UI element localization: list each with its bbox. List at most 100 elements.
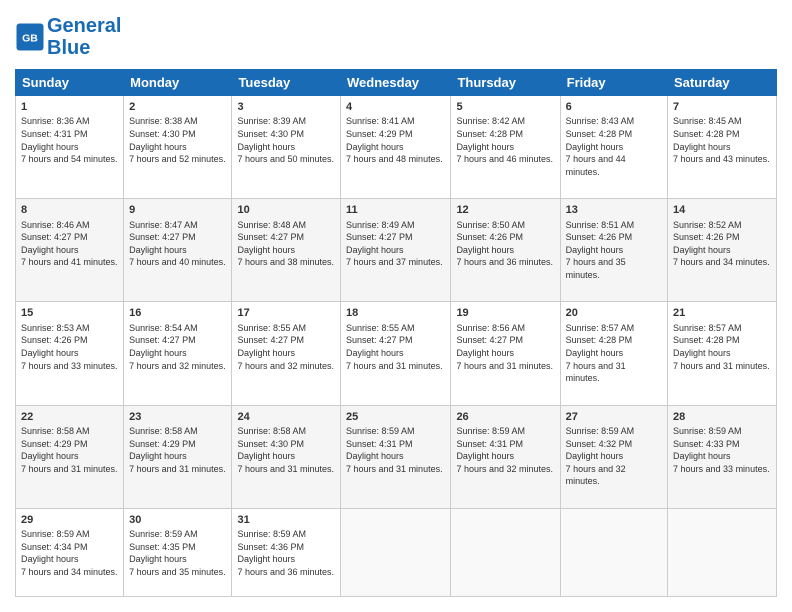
day-cell: 3Sunrise: 8:39 AMSunset: 4:30 PMDaylight… [232,96,341,199]
sunset: Sunset: 4:29 PM [21,438,118,451]
sunset: Sunset: 4:27 PM [346,231,445,244]
day-cell [451,508,560,596]
day-number: 14 [673,203,771,218]
sunset: Sunset: 4:28 PM [566,334,662,347]
daylight-label: Daylight hours [21,553,118,566]
daylight-label: Daylight hours [346,450,445,463]
day-number: 8 [21,203,118,218]
daylight-label: Daylight hours [129,450,226,463]
sunrise: Sunrise: 8:58 AM [237,425,335,438]
sunrise: Sunrise: 8:39 AM [237,115,335,128]
sunrise: Sunrise: 8:38 AM [129,115,226,128]
day-number: 11 [346,203,445,218]
sunset: Sunset: 4:29 PM [129,438,226,451]
day-cell: 26Sunrise: 8:59 AMSunset: 4:31 PMDayligh… [451,405,560,508]
day-cell: 20Sunrise: 8:57 AMSunset: 4:28 PMDayligh… [560,302,667,405]
day-number: 21 [673,306,771,321]
sunset: Sunset: 4:30 PM [237,128,335,141]
day-number: 6 [566,100,662,115]
days-header-row: SundayMondayTuesdayWednesdayThursdayFrid… [16,70,777,96]
daylight-value: 7 hours and 31 minutes. [129,463,226,476]
daylight-value: 7 hours and 31 minutes. [21,463,118,476]
sunset: Sunset: 4:33 PM [673,438,771,451]
day-number: 30 [129,513,226,528]
daylight-label: Daylight hours [346,141,445,154]
day-number: 19 [456,306,554,321]
daylight-label: Daylight hours [673,450,771,463]
sunrise: Sunrise: 8:46 AM [21,219,118,232]
day-cell: 4Sunrise: 8:41 AMSunset: 4:29 PMDaylight… [341,96,451,199]
day-number: 15 [21,306,118,321]
day-number: 5 [456,100,554,115]
daylight-label: Daylight hours [346,244,445,257]
day-number: 3 [237,100,335,115]
daylight-value: 7 hours and 32 minutes. [566,463,662,488]
daylight-value: 7 hours and 33 minutes. [673,463,771,476]
daylight-label: Daylight hours [237,347,335,360]
day-cell: 17Sunrise: 8:55 AMSunset: 4:27 PMDayligh… [232,302,341,405]
day-header-friday: Friday [560,70,667,96]
day-cell: 11Sunrise: 8:49 AMSunset: 4:27 PMDayligh… [341,199,451,302]
sunrise: Sunrise: 8:51 AM [566,219,662,232]
day-number: 26 [456,410,554,425]
sunrise: Sunrise: 8:53 AM [21,322,118,335]
sunrise: Sunrise: 8:42 AM [456,115,554,128]
daylight-label: Daylight hours [456,244,554,257]
sunset: Sunset: 4:30 PM [129,128,226,141]
day-number: 13 [566,203,662,218]
daylight-value: 7 hours and 34 minutes. [673,256,771,269]
sunset: Sunset: 4:27 PM [21,231,118,244]
sunset: Sunset: 4:31 PM [456,438,554,451]
daylight-label: Daylight hours [21,347,118,360]
sunset: Sunset: 4:27 PM [129,334,226,347]
week-row-3: 15Sunrise: 8:53 AMSunset: 4:26 PMDayligh… [16,302,777,405]
daylight-label: Daylight hours [673,141,771,154]
daylight-value: 7 hours and 31 minutes. [346,360,445,373]
daylight-value: 7 hours and 31 minutes. [237,463,335,476]
daylight-label: Daylight hours [456,347,554,360]
daylight-label: Daylight hours [237,553,335,566]
day-number: 10 [237,203,335,218]
sunset: Sunset: 4:28 PM [673,334,771,347]
daylight-label: Daylight hours [237,244,335,257]
sunrise: Sunrise: 8:36 AM [21,115,118,128]
sunset: Sunset: 4:31 PM [21,128,118,141]
daylight-value: 7 hours and 50 minutes. [237,153,335,166]
sunrise: Sunrise: 8:54 AM [129,322,226,335]
day-cell: 14Sunrise: 8:52 AMSunset: 4:26 PMDayligh… [668,199,777,302]
day-cell: 24Sunrise: 8:58 AMSunset: 4:30 PMDayligh… [232,405,341,508]
day-cell: 16Sunrise: 8:54 AMSunset: 4:27 PMDayligh… [124,302,232,405]
daylight-label: Daylight hours [129,553,226,566]
sunset: Sunset: 4:35 PM [129,541,226,554]
sunset: Sunset: 4:31 PM [346,438,445,451]
sunset: Sunset: 4:26 PM [456,231,554,244]
sunset: Sunset: 4:27 PM [346,334,445,347]
daylight-value: 7 hours and 34 minutes. [21,566,118,579]
header: GB General Blue [15,15,777,59]
svg-text:GB: GB [22,33,38,45]
day-cell: 31Sunrise: 8:59 AMSunset: 4:36 PMDayligh… [232,508,341,596]
day-number: 20 [566,306,662,321]
daylight-label: Daylight hours [566,450,662,463]
day-number: 25 [346,410,445,425]
daylight-value: 7 hours and 32 minutes. [237,360,335,373]
sunset: Sunset: 4:29 PM [346,128,445,141]
day-number: 22 [21,410,118,425]
logo-text: General Blue [47,15,121,59]
daylight-value: 7 hours and 54 minutes. [21,153,118,166]
day-cell: 9Sunrise: 8:47 AMSunset: 4:27 PMDaylight… [124,199,232,302]
day-number: 2 [129,100,226,115]
day-cell: 5Sunrise: 8:42 AMSunset: 4:28 PMDaylight… [451,96,560,199]
day-cell: 19Sunrise: 8:56 AMSunset: 4:27 PMDayligh… [451,302,560,405]
sunrise: Sunrise: 8:59 AM [673,425,771,438]
day-number: 4 [346,100,445,115]
sunrise: Sunrise: 8:59 AM [346,425,445,438]
sunset: Sunset: 4:27 PM [129,231,226,244]
week-row-1: 1Sunrise: 8:36 AMSunset: 4:31 PMDaylight… [16,96,777,199]
sunrise: Sunrise: 8:59 AM [566,425,662,438]
daylight-value: 7 hours and 31 minutes. [673,360,771,373]
daylight-value: 7 hours and 32 minutes. [456,463,554,476]
day-cell: 29Sunrise: 8:59 AMSunset: 4:34 PMDayligh… [16,508,124,596]
day-cell: 18Sunrise: 8:55 AMSunset: 4:27 PMDayligh… [341,302,451,405]
day-cell: 23Sunrise: 8:58 AMSunset: 4:29 PMDayligh… [124,405,232,508]
